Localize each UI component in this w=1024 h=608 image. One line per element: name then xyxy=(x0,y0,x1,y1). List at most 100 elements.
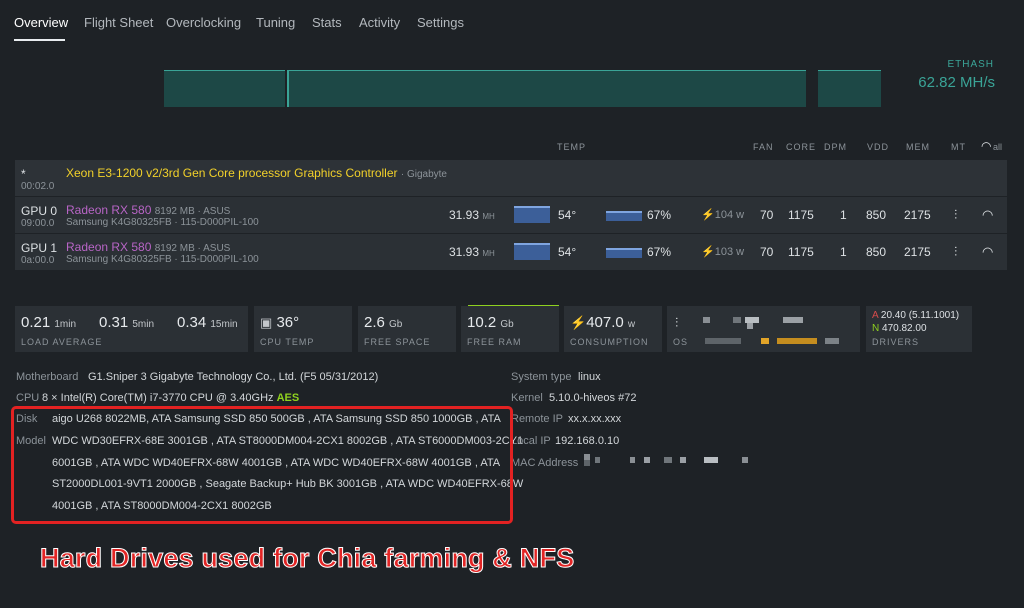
os-redacted xyxy=(733,317,741,323)
tab-overview[interactable]: Overview xyxy=(14,15,68,30)
gpu-hashrate: 31.93 MH xyxy=(449,245,495,259)
tab-settings[interactable]: Settings xyxy=(417,15,464,30)
disk-highlight-box xyxy=(11,406,513,524)
motherboard-label: Motherboard xyxy=(16,371,79,383)
kernel-label: Kernel xyxy=(511,392,543,404)
os-redacted xyxy=(747,323,753,329)
gpu-bus: 09:00.0 xyxy=(21,218,55,229)
active-tab-indicator xyxy=(14,39,65,41)
gpu-dpm: 1 xyxy=(840,245,847,259)
annotation-caption: Hard Drives used for Chia farming & NFS xyxy=(39,543,575,574)
igpu-name: Xeon E3-1200 v2/3rd Gen Core processor G… xyxy=(66,166,447,180)
fan-sparkline xyxy=(606,211,642,221)
col-vdd: VDD xyxy=(867,142,890,152)
os-redacted xyxy=(777,338,817,344)
gpu-memory-vendor: Samsung K4G80325FB · 115-D000PIL-100 xyxy=(66,217,259,228)
hashrate-chart-segment xyxy=(289,70,806,107)
mac-address-redacted xyxy=(584,454,748,466)
cpu-flag: AES xyxy=(276,392,300,404)
gauge-icon[interactable]: ◠ xyxy=(982,244,993,260)
tab-stats[interactable]: Stats xyxy=(312,15,342,30)
load-5min: 0.31 5min xyxy=(99,314,155,331)
gauge-icon[interactable]: ◠ xyxy=(982,207,993,223)
cpu-temp-box: ▣ 36° CPU TEMP xyxy=(254,306,352,352)
gpu-hashrate: 31.93 MH xyxy=(449,208,495,222)
hashrate-chart-segment xyxy=(164,70,285,107)
col-dpm: DPM xyxy=(824,142,847,152)
igpu-bus: 00:02.0 xyxy=(21,181,55,192)
cpu-temp-value: ▣ 36° xyxy=(260,314,300,331)
load-average-box: 0.21 1min 0.31 5min 0.34 15min LOAD AVER… xyxy=(15,306,248,352)
temp-sparkline xyxy=(514,206,550,223)
tab-overclocking[interactable]: Overclocking xyxy=(166,15,241,30)
gpu-bus: 0a:00.0 xyxy=(21,255,55,266)
gpu-core: 1175 xyxy=(788,245,814,259)
igpu-id: * xyxy=(21,167,26,181)
gpu-temp: 54° xyxy=(558,208,577,222)
gpu-fan: 70 xyxy=(760,208,774,222)
fan-sparkline xyxy=(606,248,642,258)
gpu-name: Radeon RX 580 8192 MB · ASUS xyxy=(66,240,231,254)
motherboard-value: G1.Sniper 3 Gigabyte Technology Co., Ltd… xyxy=(88,371,379,383)
algo-hashrate: 62.82 MH/s xyxy=(918,74,995,91)
free-space-value: 2.6 Gb xyxy=(364,314,403,331)
drivers-title: DRIVERS xyxy=(872,337,920,347)
os-redacted xyxy=(705,338,741,344)
tune-icon[interactable]: ⫶ xyxy=(954,207,957,223)
gpu-core: 1175 xyxy=(788,208,814,222)
gpu-fan-percent: 67% xyxy=(647,245,672,259)
gpu-temp: 54° xyxy=(558,245,577,259)
gpu-power: ⚡104 w xyxy=(701,209,745,221)
load-15min: 0.34 15min xyxy=(177,314,238,331)
cpu-temp-title: CPU TEMP xyxy=(260,337,315,347)
load-1min: 0.21 1min xyxy=(21,314,77,331)
free-ram-box: 10.2 Gb FREE RAM xyxy=(461,306,559,352)
gpu-memory-vendor: Samsung K4G80325FB · 115-D000PIL-100 xyxy=(66,254,259,265)
local-ip-value: 192.168.0.10 xyxy=(555,435,620,447)
tune-icon: ⫶ xyxy=(675,315,679,330)
algo-name: ETHASH xyxy=(947,59,994,70)
free-ram-value: 10.2 Gb xyxy=(467,314,514,331)
free-space-title: FREE SPACE xyxy=(364,337,431,347)
system-type-label: System type xyxy=(511,371,572,383)
col-all: all xyxy=(993,142,1003,152)
bolt-icon: ⚡ xyxy=(701,209,715,221)
gauge-all-icon[interactable]: ◠ xyxy=(981,139,991,153)
col-mem: MEM xyxy=(906,142,930,152)
gpu-row[interactable]: GPU 0 09:00.0 Radeon RX 580 8192 MB · AS… xyxy=(15,197,1007,233)
os-redacted xyxy=(761,338,769,344)
consumption-box: ⚡407.0 w CONSUMPTION xyxy=(564,306,662,352)
gpu-row[interactable]: GPU 1 0a:00.0 Radeon RX 580 8192 MB · AS… xyxy=(15,234,1007,270)
gpu-fan-percent: 67% xyxy=(647,208,672,222)
system-type-value: linux xyxy=(578,371,601,383)
remote-ip-value: xx.x.xx.xxx xyxy=(568,413,622,425)
gpu-vdd: 850 xyxy=(866,245,887,259)
os-title: OS xyxy=(673,337,689,347)
col-core: CORE xyxy=(786,142,817,152)
hashrate-chart-segment xyxy=(818,70,881,107)
free-ram-title: FREE RAM xyxy=(467,337,522,347)
gpu-vdd: 850 xyxy=(866,208,887,222)
tab-tuning[interactable]: Tuning xyxy=(256,15,295,30)
gpu-name: Radeon RX 580 8192 MB · ASUS xyxy=(66,203,231,217)
cpu-label: CPU xyxy=(16,392,40,404)
driver-nvidia: N 470.82.00 xyxy=(872,323,927,334)
tune-icon[interactable]: ⫶ xyxy=(954,244,957,260)
tab-flight-sheet[interactable]: Flight Sheet xyxy=(84,15,153,30)
gpu-fan: 70 xyxy=(760,245,774,259)
free-space-box: 2.6 Gb FREE SPACE xyxy=(358,306,456,352)
mac-address-label: MAC Address xyxy=(511,457,579,469)
igpu-row[interactable]: * 00:02.0 Xeon E3-1200 v2/3rd Gen Core p… xyxy=(15,160,1007,196)
gpu-mem-clock: 2175 xyxy=(904,245,931,259)
os-box: ⫶ OS xyxy=(667,306,860,352)
tab-activity[interactable]: Activity xyxy=(359,15,400,30)
gpu-mem: 8192 MB · ASUS xyxy=(154,206,231,217)
consumption-value: ⚡407.0 w xyxy=(570,314,636,331)
gpu-mem: 8192 MB · ASUS xyxy=(154,243,231,254)
col-fan: FAN xyxy=(753,142,774,152)
kernel-value: 5.10.0-hiveos #72 xyxy=(549,392,637,404)
os-redacted xyxy=(783,317,803,323)
drivers-box: A 20.40 (5.11.1001) N 470.82.00 DRIVERS xyxy=(866,306,972,352)
gpu-dpm: 1 xyxy=(840,208,847,222)
col-mt: MT xyxy=(951,142,966,152)
